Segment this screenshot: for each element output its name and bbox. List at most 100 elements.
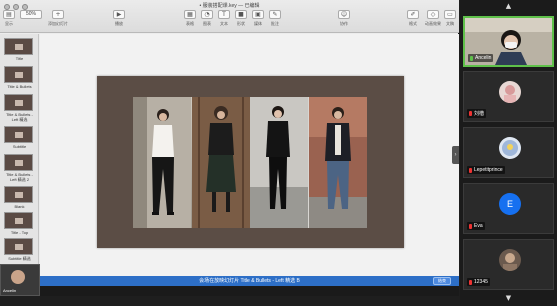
mic-muted-icon — [469, 167, 472, 173]
slide-thumbnail[interactable]: Blank — [4, 186, 35, 209]
toolbar-document-label: 文稿 — [446, 21, 454, 26]
zoom-select[interactable]: 50% — [20, 10, 42, 19]
participant-tile-lepetitprince[interactable]: Lepetitprince — [463, 127, 554, 178]
toolbar-shape-button[interactable]: ■ 形状 — [235, 10, 247, 27]
slide-label: Title — [15, 56, 24, 61]
participant-tile-ancelin[interactable]: Ancelin — [463, 16, 554, 67]
mic-on-icon — [470, 55, 473, 61]
share-status-text: 会场在放映幻灯片 Title & Bullets - Left 精选 B — [199, 278, 300, 284]
shape-icon: ■ — [235, 10, 247, 19]
toolbar-add-slide-button[interactable]: + 添加幻灯片 — [48, 10, 68, 27]
toolbar-text-button[interactable]: T 文本 — [218, 10, 230, 27]
keynote-window: • 服装搭配课.key — 已编辑 50% ▤ 显示 + 添加幻灯片 ▶ 播放 … — [0, 0, 459, 296]
person-figure — [250, 97, 308, 228]
person-figure — [133, 97, 191, 228]
slide-preview — [4, 238, 33, 255]
participant-gallery: ▲ Ancelin 刘楷 Lepetitprince E Eva 12345 ▼ — [460, 0, 557, 306]
toolbar-media-button[interactable]: ▣ 媒体 — [252, 10, 264, 27]
avatar — [499, 249, 521, 271]
participant-name: 刘楷 — [467, 109, 487, 118]
slide-label: Blank — [14, 204, 25, 209]
fashion-photo — [191, 97, 250, 228]
chart-icon: ◔ — [201, 10, 213, 19]
format-icon: ✐ — [407, 10, 419, 19]
mic-muted-icon — [469, 111, 472, 116]
slide-label: Subtitle — [12, 144, 27, 149]
toolbar-text-label: 文本 — [220, 21, 228, 26]
comment-icon: ✎ — [269, 10, 281, 19]
self-video-thumbnail[interactable]: Ancelin — [0, 264, 40, 296]
participant-name: Eva — [467, 222, 485, 230]
slide-preview — [4, 94, 33, 111]
slide-label: Title & Bullets - Left 精选 2 — [6, 172, 33, 182]
participant-name: 12345 — [467, 278, 490, 286]
slide-label: Title & Bullets - Left 精选 — [6, 112, 33, 122]
fashion-photo — [250, 97, 309, 228]
scroll-down-icon[interactable]: ▼ — [460, 294, 557, 302]
participant-name: Lepetitprince — [467, 166, 505, 174]
slide-thumbnail[interactable]: Title — [4, 38, 35, 61]
slide-thumbnail[interactable]: Title - Top — [4, 212, 35, 235]
slide-label: Title - Top — [10, 230, 29, 235]
toolbar-comment-button[interactable]: ✎ 批注 — [269, 10, 281, 27]
toolbar-shape-label: 形状 — [237, 21, 245, 26]
panel-collapse-button[interactable]: › — [452, 146, 459, 164]
toolbar-format-button[interactable]: ✐ 格式 — [407, 10, 419, 27]
participant-tile-12345[interactable]: 12345 — [463, 239, 554, 290]
toolbar-chart-label: 图表 — [203, 21, 211, 26]
fashion-photo — [133, 97, 192, 228]
slide-thumbnail[interactable]: Title & Bullets - Left 精选 2 — [4, 154, 35, 182]
slide-navigator: Title Title & Bullets Title & Bullets - … — [0, 34, 39, 276]
slide-thumbnail[interactable]: Title & Bullets - Left 精选 — [4, 94, 35, 122]
slide-label: Title & Bullets — [7, 84, 32, 89]
avatar — [499, 137, 521, 159]
toolbar: • 服装搭配课.key — 已编辑 50% ▤ 显示 + 添加幻灯片 ▶ 播放 … — [0, 0, 459, 33]
current-slide[interactable] — [97, 76, 404, 248]
slide-label: Subtitle 精选 — [8, 256, 31, 261]
toolbar-document-button[interactable]: ▭ 文稿 — [444, 10, 456, 27]
participant-name: Ancelin — [468, 54, 494, 62]
avatar-initial: E — [499, 193, 521, 215]
bottom-strip — [0, 286, 459, 296]
screen-share-bar: 会场在放映幻灯片 Title & Bullets - Left 精选 B 结束 — [40, 276, 459, 286]
slide-preview — [4, 126, 33, 143]
slide-preview — [4, 186, 33, 203]
scroll-up-icon[interactable]: ▲ — [460, 2, 557, 10]
avatar — [11, 270, 25, 284]
slide-thumbnail[interactable]: Subtitle 精选 — [4, 238, 35, 261]
document-title: • 服装搭配课.key — 已编辑 — [199, 3, 260, 9]
slide-preview — [4, 212, 33, 229]
toolbar-play-label: 播放 — [115, 21, 123, 26]
animate-icon: ◇ — [427, 10, 439, 19]
table-icon: ▦ — [184, 10, 196, 19]
mic-muted-icon — [469, 279, 472, 285]
toolbar-play-button[interactable]: ▶ 播放 — [113, 10, 125, 27]
slide-canvas[interactable]: › — [40, 34, 459, 276]
toolbar-table-label: 表格 — [186, 21, 194, 26]
slide-preview — [4, 154, 33, 171]
fashion-photo — [308, 97, 367, 228]
toolbar-view-label: 显示 — [5, 21, 13, 26]
person-figure — [191, 97, 250, 228]
self-name-label: Ancelin — [3, 288, 17, 293]
toolbar-media-label: 媒体 — [254, 21, 262, 26]
chevron-right-icon: › — [454, 152, 457, 158]
collaborate-icon: ☺ — [338, 10, 350, 19]
view-icon: ▤ — [3, 10, 15, 19]
toolbar-table-button[interactable]: ▦ 表格 — [184, 10, 196, 27]
toolbar-collaborate-button[interactable]: ☺ 协作 — [338, 10, 350, 27]
document-icon: ▭ — [444, 10, 456, 19]
slide-thumbnail[interactable]: Subtitle — [4, 126, 35, 149]
toolbar-animate-button[interactable]: ◇ 动画效果 — [425, 10, 441, 27]
toolbar-comment-label: 批注 — [271, 21, 279, 26]
participant-tile-eva[interactable]: E Eva — [463, 183, 554, 234]
toolbar-chart-button[interactable]: ◔ 图表 — [201, 10, 213, 27]
slide-thumbnail[interactable]: Title & Bullets — [4, 66, 35, 89]
avatar — [499, 81, 521, 103]
fashion-photo-collage[interactable] — [133, 97, 367, 228]
toolbar-view-button[interactable]: ▤ 显示 — [3, 10, 15, 27]
stop-share-button[interactable]: 结束 — [433, 277, 451, 285]
participant-tile-liukai[interactable]: 刘楷 — [463, 71, 554, 122]
play-icon: ▶ — [113, 10, 125, 19]
toolbar-format-label: 格式 — [409, 21, 417, 26]
